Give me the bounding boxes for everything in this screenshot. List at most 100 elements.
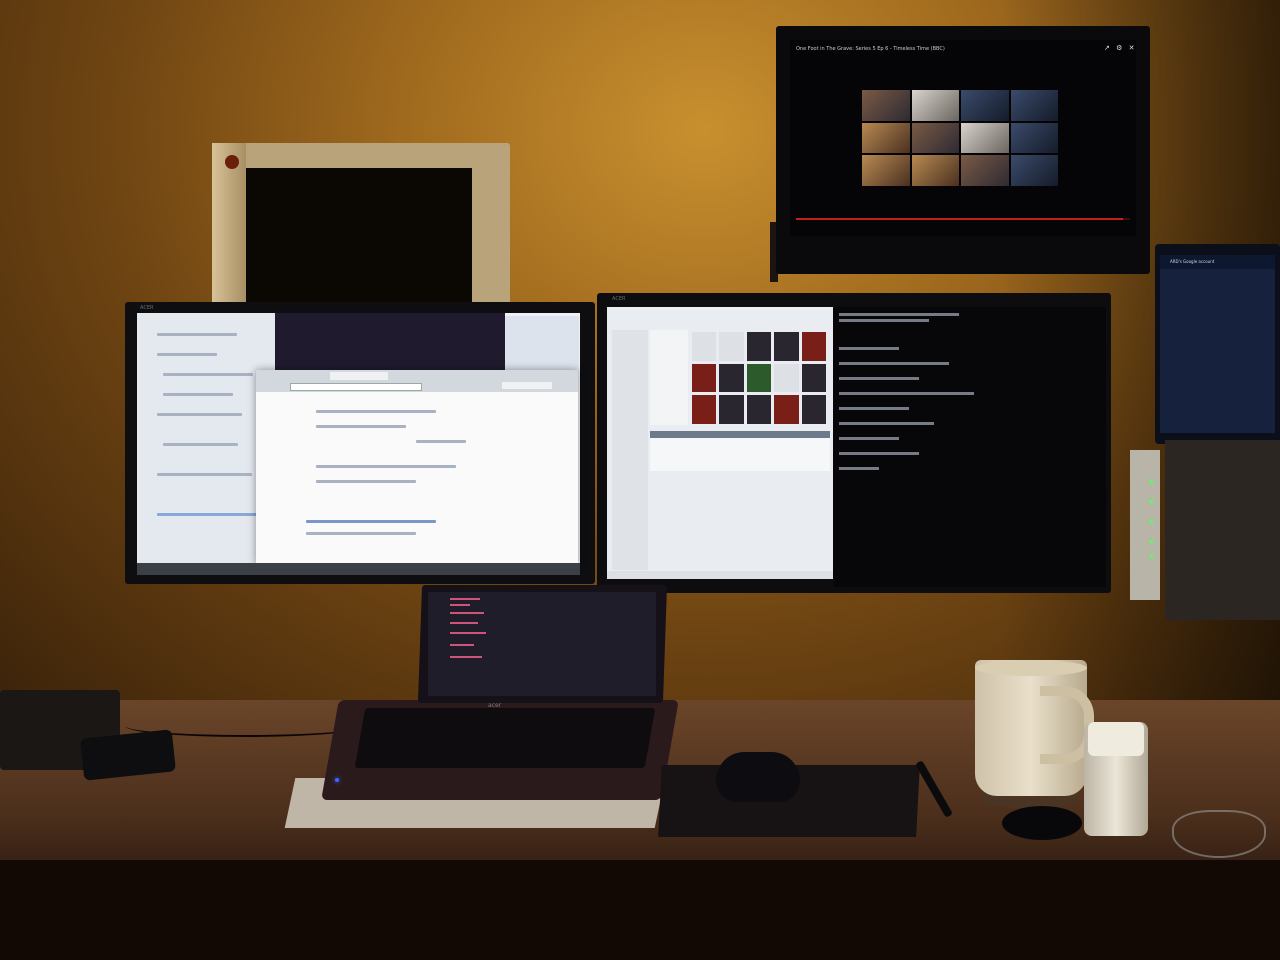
- video-thumbnail[interactable]: [862, 155, 910, 186]
- video-thumbnail[interactable]: [1010, 122, 1058, 154]
- album-cover[interactable]: [746, 363, 772, 393]
- album-cover[interactable]: [746, 395, 772, 424]
- old-monitor-screen: [246, 168, 472, 318]
- left-monitor-brand: ACER: [140, 305, 154, 311]
- video-thumbnail[interactable]: [911, 155, 959, 186]
- album-cover[interactable]: [692, 363, 717, 393]
- terminal-line: [839, 392, 974, 395]
- video-thumbnail[interactable]: [911, 90, 959, 121]
- terminal-line: [839, 313, 959, 316]
- code-line: [450, 604, 470, 606]
- video-thumbnail[interactable]: [862, 122, 910, 154]
- lens-cap: [1002, 806, 1082, 840]
- browser-address-bar[interactable]: [290, 383, 422, 391]
- terminal-line: [839, 407, 909, 410]
- blurred-text: [157, 513, 257, 516]
- album-cover[interactable]: [801, 363, 826, 393]
- status-led: [1150, 555, 1153, 558]
- tv-player-icons[interactable]: ↗ ⚙ ✕: [1104, 44, 1136, 52]
- album-cover[interactable]: [692, 332, 717, 361]
- blurred-text: [416, 440, 466, 443]
- browser-tab[interactable]: [330, 372, 388, 380]
- blurred-text: [306, 532, 416, 535]
- blurred-text: [157, 473, 252, 476]
- old-monitor-badge: [225, 155, 239, 169]
- browser-tab[interactable]: [502, 382, 552, 389]
- blurred-text: [316, 465, 456, 468]
- laptop-brand: acer: [488, 702, 502, 709]
- status-led: [1150, 480, 1153, 483]
- album-cover[interactable]: [801, 332, 826, 361]
- blurred-text: [157, 353, 217, 356]
- video-thumbnail[interactable]: [961, 90, 1009, 121]
- track-table-header: [650, 431, 830, 438]
- album-cover[interactable]: [774, 363, 799, 393]
- video-thumbnail[interactable]: [862, 90, 910, 121]
- desk-front: [0, 860, 1280, 960]
- music-player-statusbar: [607, 571, 833, 579]
- video-thumbnail[interactable]: [1010, 155, 1058, 186]
- album-cover[interactable]: [774, 395, 799, 424]
- left-monitor-editor-window[interactable]: [137, 313, 275, 563]
- blurred-text: [157, 413, 242, 416]
- tablet-title: ARD's Google account: [1170, 259, 1215, 264]
- mug-rim: [975, 660, 1087, 676]
- album-cover[interactable]: [692, 395, 717, 424]
- code-line: [450, 632, 486, 634]
- music-player-sidebar[interactable]: [612, 330, 648, 570]
- terminal-line: [839, 437, 899, 440]
- right-monitor-brand: ACER: [612, 296, 626, 302]
- terminal-line: [839, 467, 879, 470]
- code-line: [450, 598, 480, 600]
- tv-thumbnail-grid: [862, 90, 1058, 186]
- computer-mouse[interactable]: [716, 752, 800, 802]
- music-player-list[interactable]: [650, 330, 688, 425]
- terminal-line: [839, 377, 919, 380]
- video-thumbnail[interactable]: [961, 155, 1009, 186]
- terminal-window[interactable]: [833, 307, 1106, 587]
- album-cover[interactable]: [801, 395, 826, 424]
- router: [1130, 450, 1160, 600]
- laptop-power-led: [335, 778, 339, 782]
- left-monitor-dark-window[interactable]: [275, 313, 505, 375]
- tv-progress-fill: [796, 218, 1124, 220]
- browser-window[interactable]: [256, 370, 578, 565]
- left-monitor-taskbar[interactable]: [137, 563, 580, 575]
- code-line: [450, 612, 484, 614]
- code-line: [450, 622, 478, 624]
- scissors-icon: [1172, 810, 1266, 858]
- terminal-line: [839, 362, 949, 365]
- blurred-text: [316, 410, 436, 413]
- computer-case: [1165, 440, 1280, 620]
- album-cover[interactable]: [746, 332, 772, 361]
- tv-video-title: One Foot in The Grave: Series 5 Ep 6 - T…: [796, 46, 945, 52]
- blurred-text: [316, 425, 406, 428]
- video-thumbnail[interactable]: [911, 122, 959, 154]
- blurred-text: [163, 373, 253, 376]
- album-cover[interactable]: [719, 395, 744, 424]
- left-monitor-dialog[interactable]: [505, 316, 579, 374]
- blurred-text: [157, 333, 237, 336]
- blurred-text: [306, 520, 436, 523]
- terminal-line: [839, 452, 919, 455]
- terminal-line: [839, 319, 929, 322]
- status-led: [1150, 520, 1153, 523]
- terminal-line: [839, 347, 899, 350]
- album-cover[interactable]: [719, 363, 744, 393]
- blurred-text: [163, 393, 233, 396]
- blurred-text: [316, 480, 416, 483]
- code-line: [450, 656, 482, 658]
- laptop-screen[interactable]: [428, 592, 656, 696]
- album-cover[interactable]: [719, 332, 744, 361]
- terminal-line: [839, 422, 934, 425]
- tablet-screen[interactable]: [1160, 255, 1275, 433]
- video-thumbnail[interactable]: [961, 122, 1009, 154]
- video-thumbnail[interactable]: [1010, 90, 1058, 121]
- status-led: [1150, 540, 1153, 543]
- status-led: [1150, 500, 1153, 503]
- blurred-text: [163, 443, 238, 446]
- laptop-keyboard[interactable]: [354, 708, 656, 768]
- pill-bottle-cap: [1088, 722, 1144, 756]
- album-cover-grid: [692, 332, 826, 424]
- album-cover[interactable]: [774, 332, 799, 361]
